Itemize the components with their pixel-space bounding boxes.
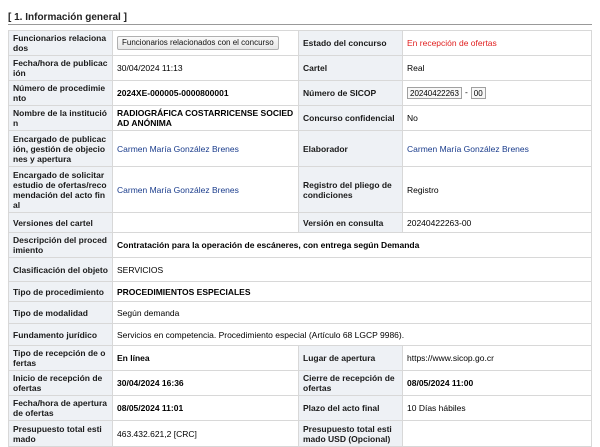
label-versiones-cartel: Versiones del cartel	[8, 212, 113, 233]
label-fecha-publicacion: Fecha/hora de publicación	[8, 55, 113, 81]
sicop-number-field[interactable]: 20240422263	[407, 87, 462, 99]
value-institucion: RADIOGRÁFICA COSTARRICENSE SOCIEDAD ANÓN…	[112, 105, 299, 131]
label-cierre-recepcion: Cierre de recepción de ofertas	[298, 370, 403, 396]
label-registro-pliego: Registro del pliego de condiciones	[298, 166, 403, 213]
sicop-separator: -	[464, 87, 468, 98]
value-numero-sicop: 20240422263-00	[402, 80, 592, 106]
table-row: Presupuesto total estimado 463.432.621,2…	[8, 420, 592, 447]
value-elaborador[interactable]: Carmen María González Brenes	[402, 130, 592, 167]
value-tipo-recepcion: En línea	[112, 345, 299, 371]
label-descripcion: Descripción del procedimiento	[8, 232, 113, 258]
table-row: Fundamento jurídico Servicios en compete…	[8, 323, 592, 346]
label-tipo-recepcion: Tipo de recepción de ofertas	[8, 345, 113, 371]
value-versiones-cartel	[112, 212, 299, 233]
value-plazo-acto-final: 10 Días hábiles	[402, 395, 592, 421]
table-row: Inicio de recepción de ofertas 30/04/202…	[8, 370, 592, 396]
label-version-consulta: Versión en consulta	[298, 212, 403, 233]
table-row: Encargado de solicitar estudio de oferta…	[8, 166, 592, 213]
value-encargado-publicacion[interactable]: Carmen María González Brenes	[112, 130, 299, 167]
value-estado: En recepción de ofertas	[402, 30, 592, 56]
label-tipo-modalidad: Tipo de modalidad	[8, 301, 113, 324]
value-tipo-modalidad: Según demanda	[112, 301, 592, 324]
value-encargado-solicitar[interactable]: Carmen María González Brenes	[112, 166, 299, 213]
section-title: [ 1. Información general ]	[8, 12, 592, 25]
value-cell: Funcionarios relacionados con el concurs…	[112, 30, 299, 56]
label-encargado-publicacion: Encargado de publicación, gestión de obj…	[8, 130, 113, 167]
value-version-consulta: 20240422263-00	[402, 212, 592, 233]
label-numero-procedimiento: Número de procedimiento	[8, 80, 113, 106]
sicop-version-field[interactable]: 00	[470, 87, 486, 99]
value-lugar-apertura: https://www.sicop.go.cr	[402, 345, 592, 371]
table-row: Funcionarios relacionados Funcionarios r…	[8, 30, 592, 56]
label-fecha-apertura: Fecha/hora de apertura de ofertas	[8, 395, 113, 421]
label-estado: Estado del concurso	[298, 30, 403, 56]
table-row: Fecha/hora de publicación 30/04/2024 11:…	[8, 55, 592, 81]
label-presupuesto-usd: Presupuesto total estimado USD (Opcional…	[298, 420, 403, 447]
label-plazo-acto-final: Plazo del acto final	[298, 395, 403, 421]
label-funcionarios: Funcionarios relacionados	[8, 30, 113, 56]
label-numero-sicop: Número de SICOP	[298, 80, 403, 106]
table-row: Tipo de procedimiento PROCEDIMIENTOS ESP…	[8, 281, 592, 302]
table-row: Versiones del cartel Versión en consulta…	[8, 212, 592, 233]
label-institucion: Nombre de la institución	[8, 105, 113, 131]
label-confidencial: Concurso confidencial	[298, 105, 403, 131]
value-cierre-recepcion: 08/05/2024 11:00	[402, 370, 592, 396]
label-presupuesto: Presupuesto total estimado	[8, 420, 113, 447]
label-encargado-solicitar: Encargado de solicitar estudio de oferta…	[8, 166, 113, 213]
label-lugar-apertura: Lugar de apertura	[298, 345, 403, 371]
general-info-table: Funcionarios relacionados Funcionarios r…	[8, 30, 592, 447]
table-row: Descripción del procedimiento Contrataci…	[8, 232, 592, 258]
value-registro-pliego: Registro	[402, 166, 592, 213]
label-tipo-procedimiento: Tipo de procedimiento	[8, 281, 113, 302]
value-inicio-recepcion: 30/04/2024 16:36	[112, 370, 299, 396]
table-row: Número de procedimiento 2024XE-000005-00…	[8, 80, 592, 106]
value-cartel: Real	[402, 55, 592, 81]
label-fundamento: Fundamento jurídico	[8, 323, 113, 346]
table-row: Nombre de la institución RADIOGRÁFICA CO…	[8, 105, 592, 131]
table-row: Encargado de publicación, gestión de obj…	[8, 130, 592, 167]
value-fecha-apertura: 08/05/2024 11:01	[112, 395, 299, 421]
value-presupuesto: 463.432.621,2 [CRC]	[112, 420, 299, 447]
value-confidencial: No	[402, 105, 592, 131]
value-descripcion: Contratación para la operación de escáne…	[112, 232, 592, 258]
value-fundamento: Servicios en competencia. Procedimiento …	[112, 323, 592, 346]
label-cartel: Cartel	[298, 55, 403, 81]
table-row: Clasificación del objeto SERVICIOS	[8, 257, 592, 282]
value-numero-procedimiento: 2024XE-000005-0000800001	[112, 80, 299, 106]
label-elaborador: Elaborador	[298, 130, 403, 167]
value-tipo-procedimiento: PROCEDIMIENTOS ESPECIALES	[112, 281, 592, 302]
label-clasificacion: Clasificación del objeto	[8, 257, 113, 282]
label-inicio-recepcion: Inicio de recepción de ofertas	[8, 370, 113, 396]
value-fecha-publicacion: 30/04/2024 11:13	[112, 55, 299, 81]
table-row: Fecha/hora de apertura de ofertas 08/05/…	[8, 395, 592, 421]
funcionarios-button[interactable]: Funcionarios relacionados con el concurs…	[117, 36, 279, 50]
value-presupuesto-usd	[402, 420, 592, 447]
table-row: Tipo de modalidad Según demanda	[8, 301, 592, 324]
value-clasificacion: SERVICIOS	[112, 257, 592, 282]
table-row: Tipo de recepción de ofertas En línea Lu…	[8, 345, 592, 371]
